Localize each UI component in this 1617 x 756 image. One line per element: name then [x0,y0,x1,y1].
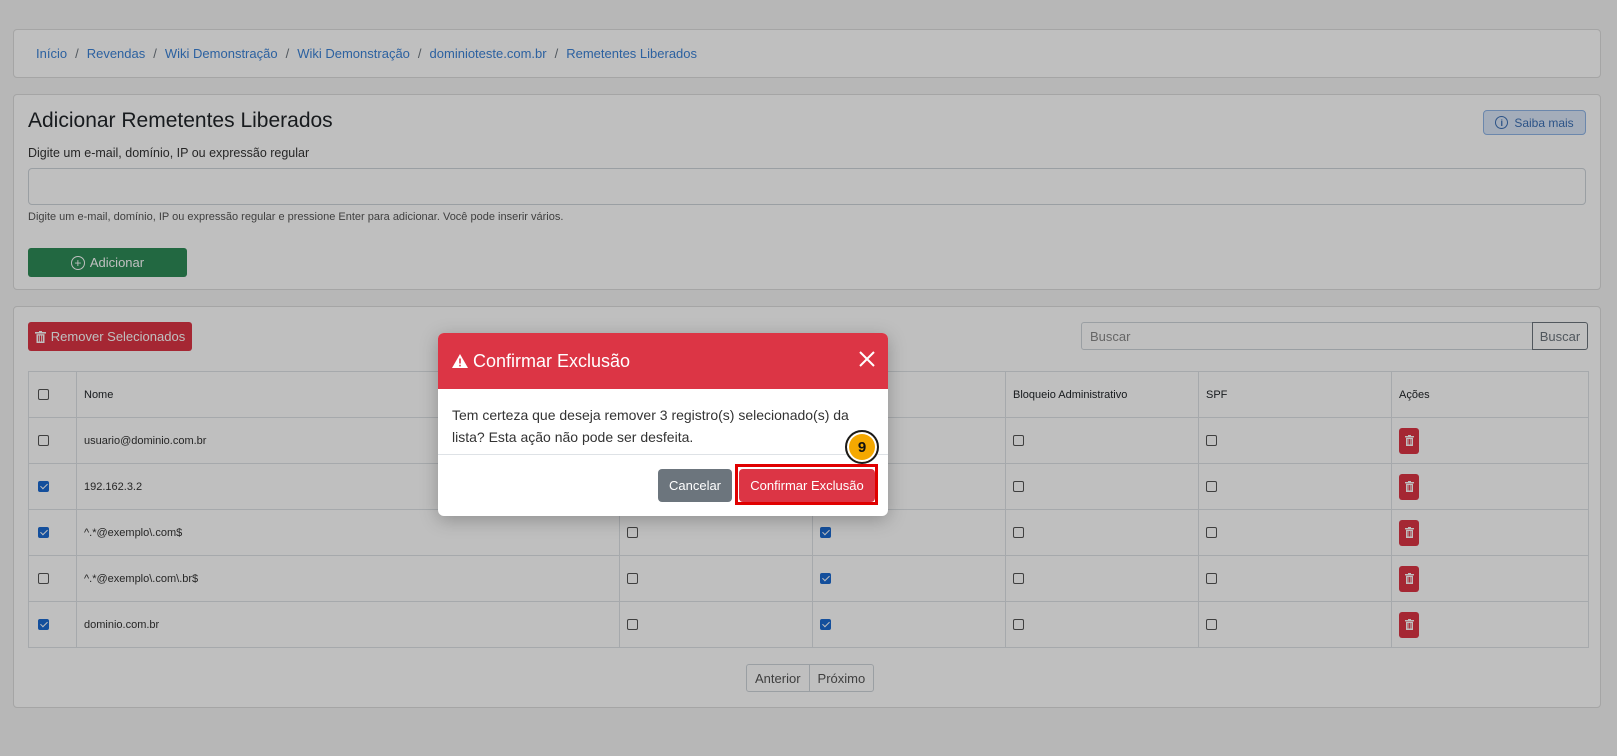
modal-title: Confirmar Exclusão [473,350,631,371]
step-badge: 9 [845,430,879,464]
modal-message: Tem certeza que deseja remover 3 registr… [452,407,849,445]
step-highlight-box [735,464,878,505]
warning-icon [452,354,468,368]
modal-header: Confirmar Exclusão [438,333,888,389]
close-icon[interactable] [858,350,876,368]
cancel-button[interactable]: Cancelar [658,469,732,502]
